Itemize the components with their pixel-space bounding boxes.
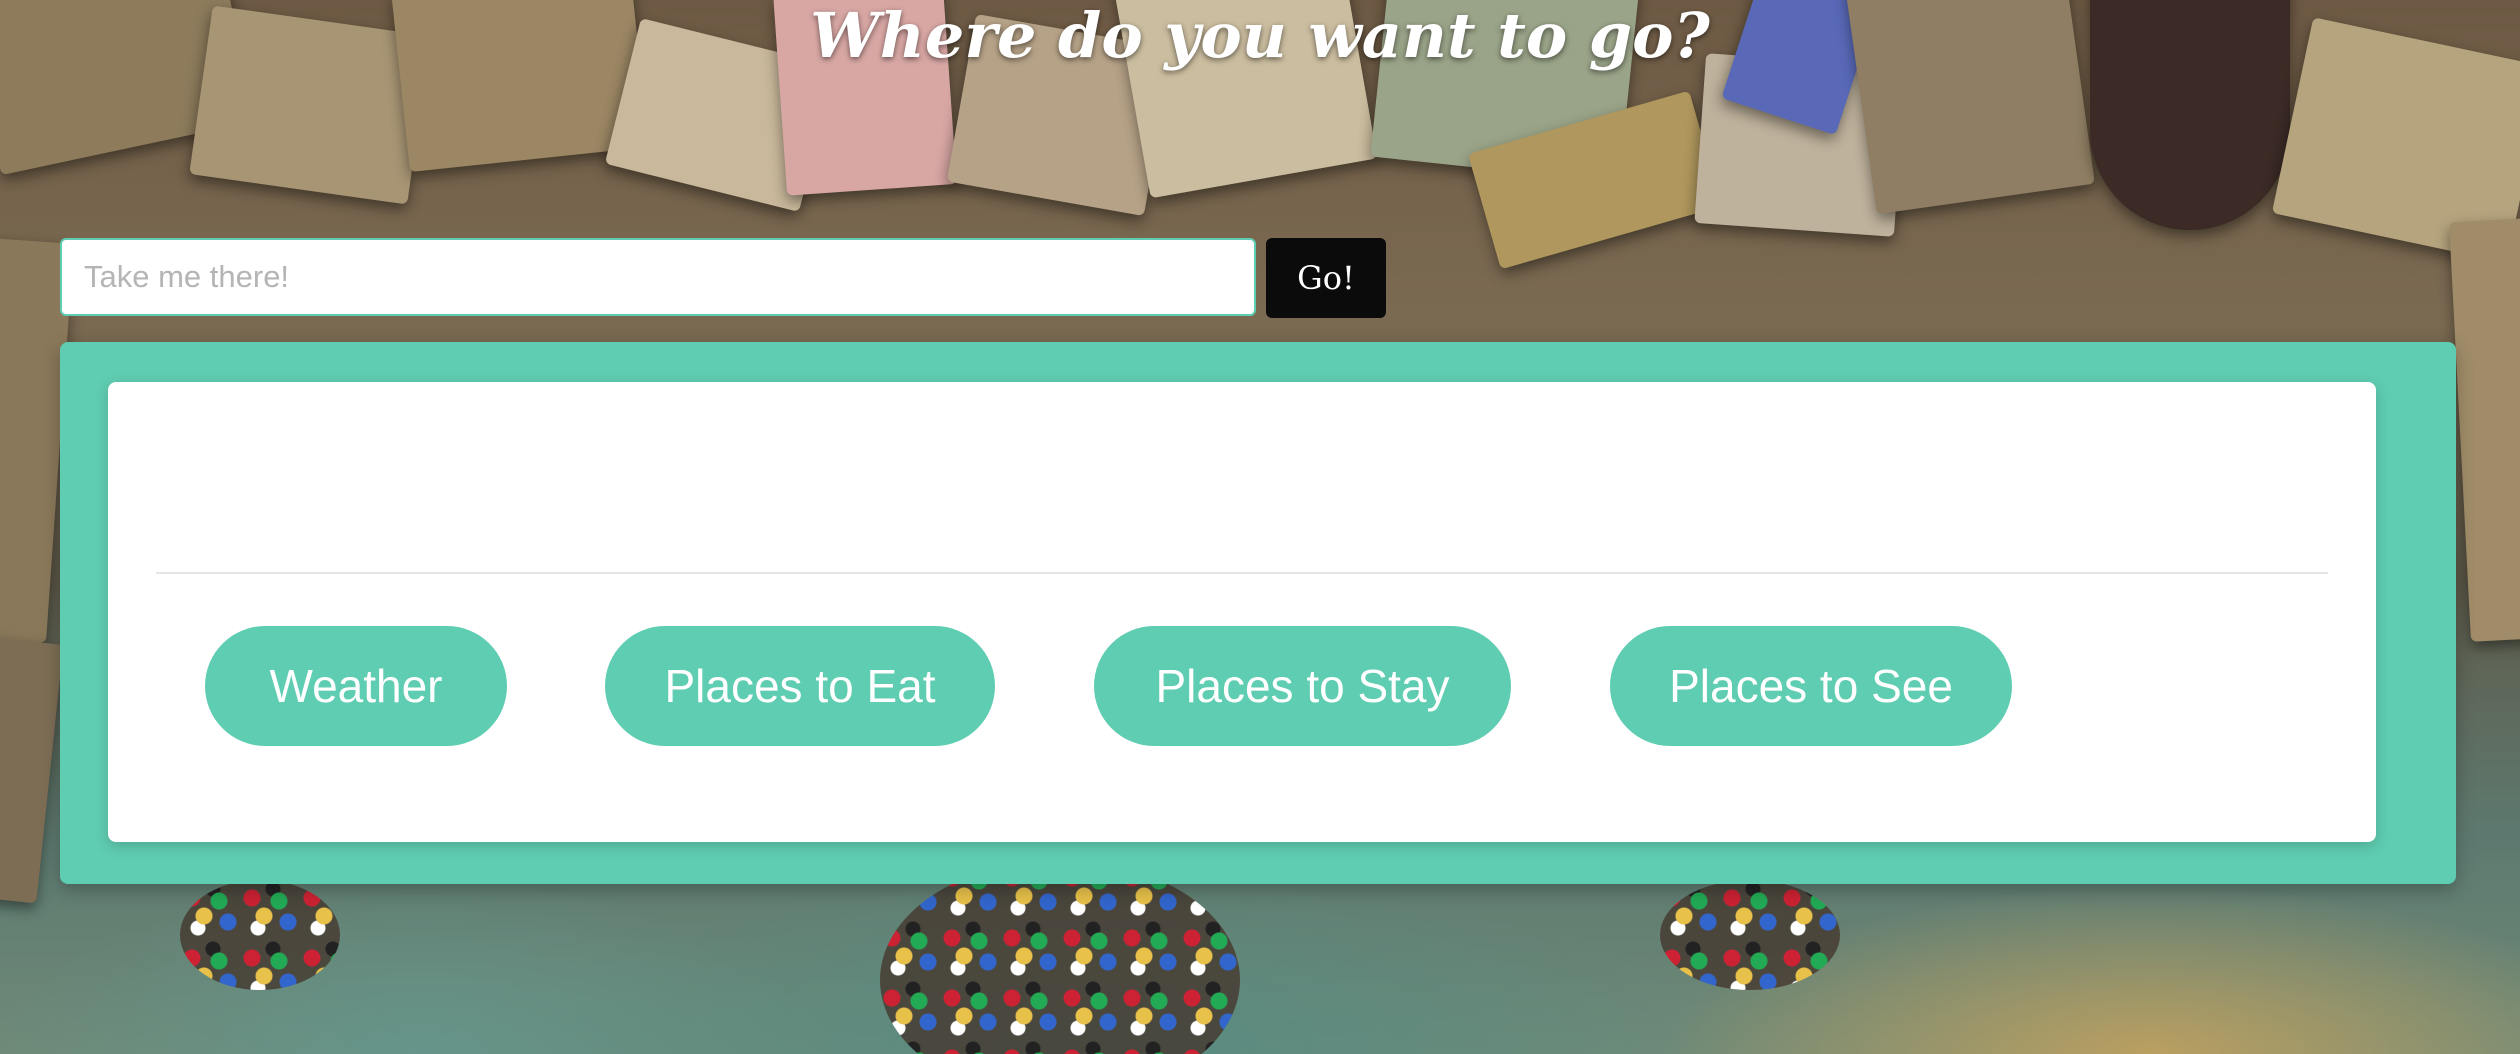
divider [156, 572, 2328, 574]
places-to-stay-button[interactable]: Places to Stay [1094, 626, 1511, 746]
places-to-see-button[interactable]: Places to See [1610, 626, 2012, 746]
page-title: Where do you want to go? [810, 0, 1710, 72]
weather-button[interactable]: Weather [205, 626, 507, 746]
result-content-area [156, 382, 2328, 572]
places-to-eat-button[interactable]: Places to Eat [605, 626, 995, 746]
go-button[interactable]: Go! [1266, 238, 1386, 318]
results-card: Weather Places to Eat Places to Stay Pla… [108, 382, 2376, 842]
destination-search-input[interactable] [60, 238, 1256, 316]
results-panel: Weather Places to Eat Places to Stay Pla… [60, 342, 2456, 884]
